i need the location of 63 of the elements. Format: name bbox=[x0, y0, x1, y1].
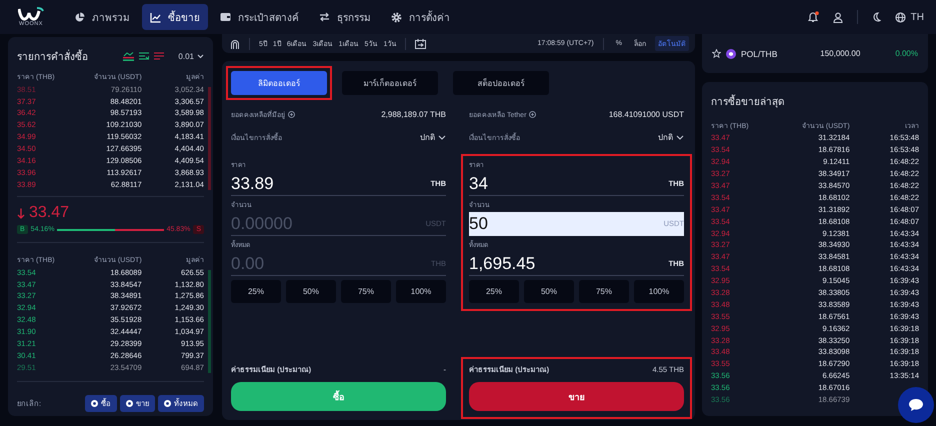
percent-button[interactable]: 100% bbox=[396, 280, 446, 303]
nav-tab[interactable]: ซื้อขาย bbox=[142, 4, 208, 30]
chat-bubble-icon bbox=[908, 398, 924, 412]
user-icon[interactable] bbox=[832, 12, 843, 22]
transfer-icon[interactable] bbox=[319, 12, 330, 22]
nav-tab[interactable]: ภาพรวม bbox=[66, 4, 138, 30]
coin-icon bbox=[726, 48, 736, 58]
chevron-down-icon bbox=[197, 54, 204, 59]
balance-value: 168.41091000 USDT bbox=[608, 110, 684, 119]
order-book-bids-icon[interactable] bbox=[138, 52, 150, 61]
logo-icon[interactable] bbox=[18, 7, 44, 21]
order-type-tab[interactable]: สต็อปออเดอร์ bbox=[453, 71, 549, 95]
percent-button[interactable]: 100% bbox=[634, 280, 684, 303]
percent-button[interactable]: 50% bbox=[286, 280, 336, 303]
percent-button[interactable]: 25% bbox=[231, 280, 281, 303]
wallet-icon[interactable] bbox=[220, 12, 231, 22]
nav-tab[interactable]: กระเป๋าสตางค์ bbox=[212, 4, 307, 30]
percent-button[interactable]: 50% bbox=[524, 280, 574, 303]
panel-title: รายการคำสั่งซื้อ bbox=[17, 48, 88, 64]
chevron-down-icon bbox=[676, 135, 684, 140]
pair-change: 0.00% bbox=[895, 49, 918, 58]
pair-name[interactable]: POL/THB bbox=[741, 48, 778, 58]
bell-icon[interactable] bbox=[808, 11, 819, 23]
condition-dropdown[interactable]: ปกติ bbox=[658, 131, 684, 144]
chevron-down-icon bbox=[438, 135, 446, 140]
order-type-tab[interactable]: มาร์เก็ตออเดอร์ bbox=[342, 71, 438, 95]
magnet-icon[interactable] bbox=[230, 38, 240, 48]
precision-dropdown[interactable]: 0.01 bbox=[178, 52, 204, 61]
line-chart-icon[interactable] bbox=[150, 12, 161, 22]
order-book-asks-icon[interactable] bbox=[153, 52, 164, 61]
pie-chart-icon[interactable] bbox=[74, 12, 85, 22]
text-input[interactable]: 0.00 bbox=[231, 254, 431, 274]
close-circle-icon bbox=[126, 400, 133, 407]
moon-icon[interactable] bbox=[872, 12, 881, 22]
balance-value: 2,988,189.07 THB bbox=[381, 110, 446, 119]
panel-title: การซื้อขายล่าสุด bbox=[711, 94, 784, 108]
nav-tab[interactable]: ธุรกรรม bbox=[311, 4, 379, 30]
down-arrow-icon bbox=[17, 208, 25, 219]
calendar-icon[interactable] bbox=[415, 38, 426, 48]
globe-icon[interactable] bbox=[894, 12, 906, 22]
percent-button[interactable]: 75% bbox=[579, 280, 629, 303]
text-input[interactable]: 0.00000 bbox=[231, 214, 426, 234]
text-input[interactable]: 34 bbox=[469, 174, 669, 194]
percent-button[interactable]: 25% bbox=[469, 280, 519, 303]
condition-dropdown[interactable]: ปกติ bbox=[420, 131, 446, 144]
pair-price: 150,000.00 bbox=[820, 49, 860, 58]
close-circle-icon bbox=[91, 400, 98, 407]
info-icon[interactable] bbox=[529, 111, 536, 118]
text-input[interactable]: 33.89 bbox=[231, 174, 431, 194]
sell-button[interactable]: ขาย bbox=[469, 382, 684, 411]
percent-button[interactable]: 75% bbox=[341, 280, 391, 303]
order-type-tab[interactable]: ลิมิตออเดอร์ bbox=[231, 71, 327, 95]
nav-tab[interactable]: การตั้งค่า bbox=[383, 4, 458, 30]
language-label[interactable]: TH bbox=[910, 12, 924, 22]
star-icon[interactable] bbox=[712, 49, 721, 58]
text-input[interactable]: 50 bbox=[469, 214, 664, 234]
last-price: 33.47 bbox=[29, 204, 70, 222]
close-circle-icon bbox=[164, 400, 171, 407]
gear-icon[interactable] bbox=[391, 12, 402, 22]
order-book-both-icon[interactable] bbox=[123, 52, 134, 61]
info-icon[interactable] bbox=[288, 111, 295, 118]
text-input[interactable]: 1,695.45 bbox=[469, 254, 669, 274]
chat-button[interactable] bbox=[898, 387, 934, 423]
